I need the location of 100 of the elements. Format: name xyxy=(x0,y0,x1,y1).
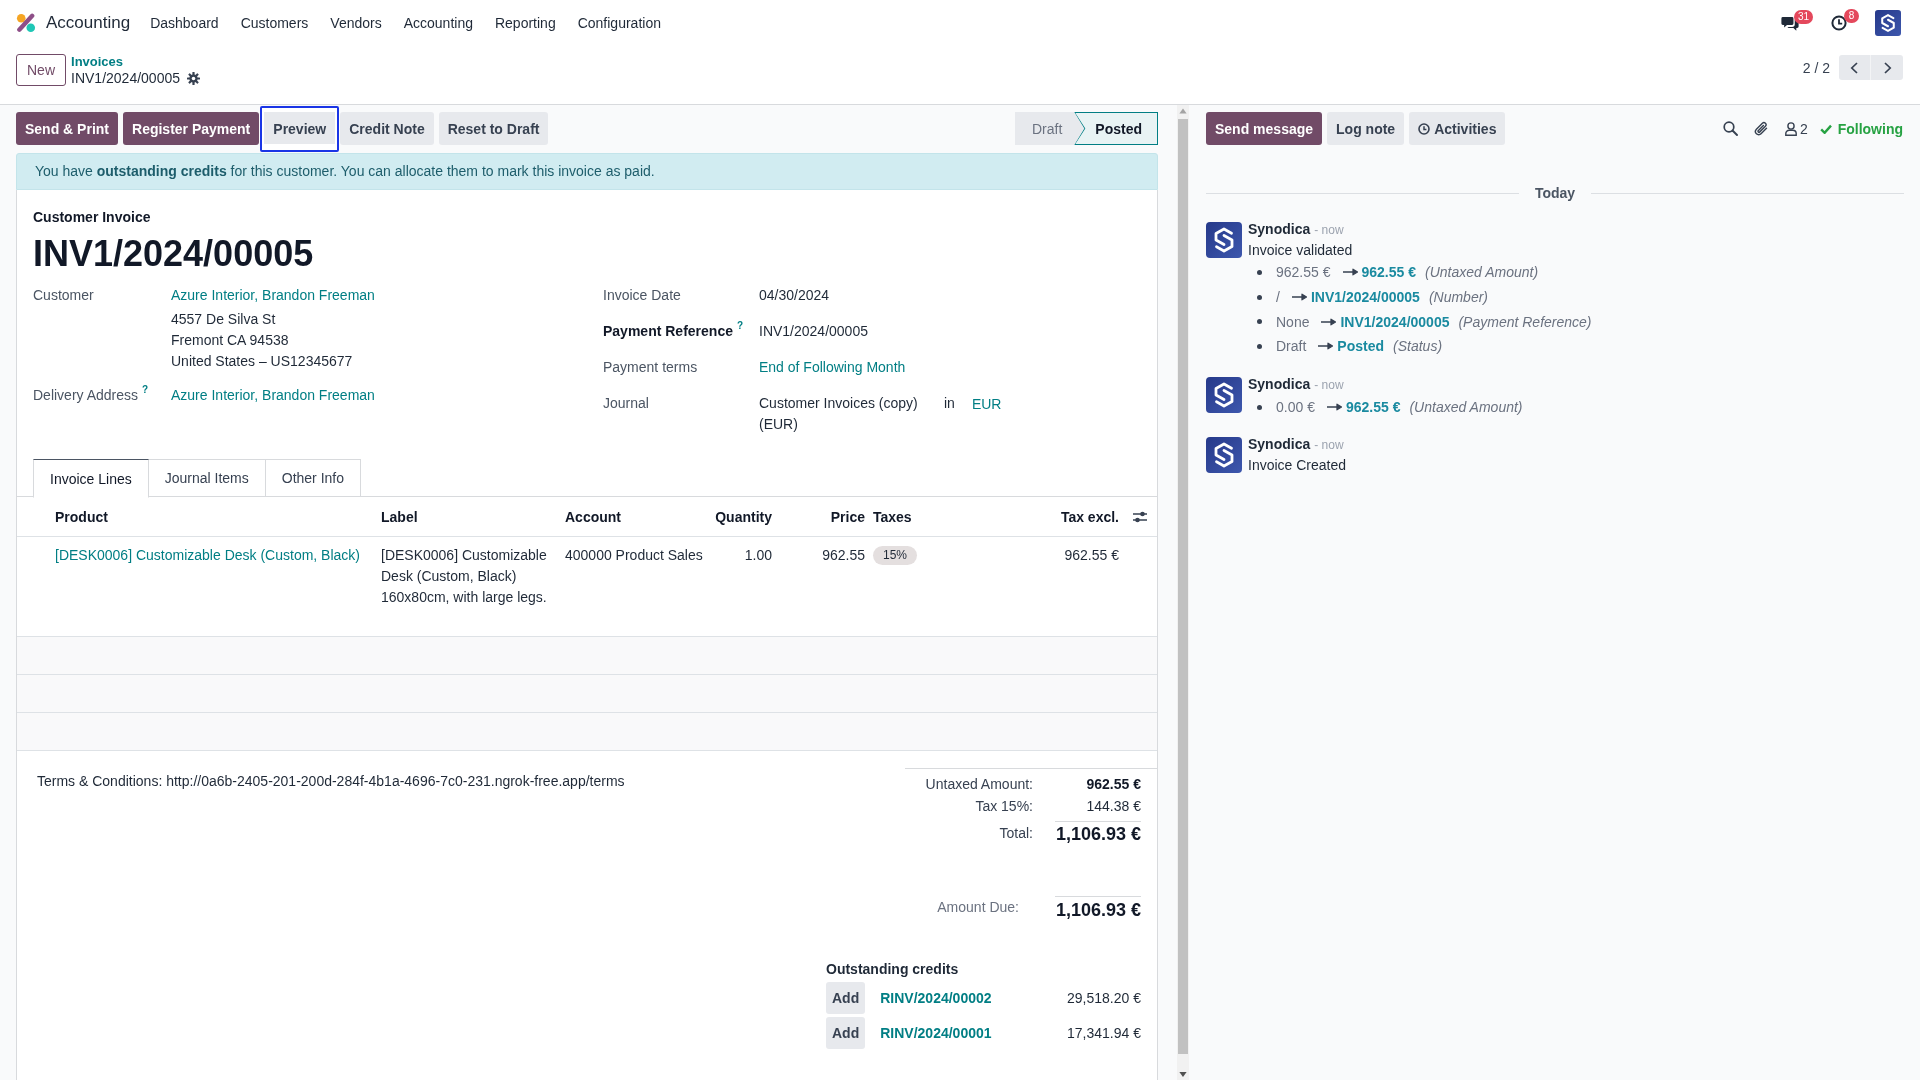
notification-badge: 8 xyxy=(1844,9,1859,23)
avatar-icon xyxy=(1206,437,1242,474)
user-avatar-icon[interactable] xyxy=(1875,10,1901,36)
next-button[interactable] xyxy=(1871,55,1903,80)
tracking-new-value: Posted xyxy=(1337,338,1385,355)
help-mark[interactable]: ? xyxy=(736,320,744,332)
amount-due-value: 1,106.93 € xyxy=(1055,896,1141,921)
sliders-icon[interactable] xyxy=(1133,510,1147,523)
field-label: Customer xyxy=(33,286,94,305)
app-logo-icon[interactable] xyxy=(16,13,36,33)
tab[interactable]: Other Info xyxy=(264,459,362,497)
table-cell-text: 962.55 xyxy=(821,546,866,565)
settings-icon[interactable] xyxy=(187,72,200,85)
log-note-button[interactable]: Log note xyxy=(1327,112,1405,145)
message-time: - now xyxy=(1314,222,1344,239)
connector-label: in xyxy=(944,394,955,413)
avatar-icon xyxy=(1206,376,1242,413)
amount-due-label: Amount Due: xyxy=(936,898,1020,917)
message-body: Invoice validated xyxy=(1248,241,1353,260)
action-button[interactable]: Reset to Draft xyxy=(438,112,549,145)
tracking-new-value: 962.55 € xyxy=(1345,399,1401,416)
message-author[interactable]: Synodica xyxy=(1248,373,1311,394)
add-button[interactable]: Add xyxy=(826,982,866,1014)
menu-item[interactable]: Customers xyxy=(229,12,320,34)
help-mark[interactable]: ? xyxy=(142,384,149,396)
customer-link[interactable]: Azure Interior, Brandon Freeman xyxy=(171,285,375,306)
field-link[interactable]: End of Following Month xyxy=(759,357,906,378)
address-line: United States – US12345677 xyxy=(171,352,353,371)
tracking-old-value: 962.55 € xyxy=(1276,264,1331,281)
bullet-icon xyxy=(1257,269,1262,275)
field-link[interactable]: Azure Interior, Brandon Freeman xyxy=(171,385,375,406)
menu-item[interactable]: Accounting xyxy=(392,12,484,34)
tracking-field-name: (Untaxed Amount) xyxy=(1409,399,1523,416)
action-button[interactable]: Send & Print xyxy=(16,112,118,145)
menu-item[interactable]: Configuration xyxy=(566,12,672,34)
bullet-icon xyxy=(1257,404,1262,410)
previous-button[interactable] xyxy=(1839,55,1871,80)
message-author[interactable]: Synodica xyxy=(1248,219,1311,239)
add-button[interactable]: Add xyxy=(826,1017,866,1049)
message-time: - now xyxy=(1314,376,1344,394)
total-label: Total: xyxy=(998,824,1034,843)
tracking-new-value: INV1/2024/00005 xyxy=(1340,313,1450,330)
tracking-new-value: 962.55 € xyxy=(1361,264,1416,281)
status-step[interactable]: Posted xyxy=(1074,112,1158,145)
search-icon[interactable] xyxy=(1722,121,1738,136)
column-header: Price xyxy=(829,508,866,525)
column-header: Taxes xyxy=(872,508,913,525)
total-label: Untaxed Amount: xyxy=(924,775,1034,794)
tracking-new-value: INV1/2024/00005 xyxy=(1310,289,1420,306)
total-value: 962.55 € xyxy=(1086,776,1141,792)
currency-link[interactable]: EUR xyxy=(971,394,1002,415)
table-cell-text: 400000 Product Sales xyxy=(564,546,704,565)
message-author[interactable]: Synodica xyxy=(1248,434,1311,455)
send-message-button[interactable]: Send message xyxy=(1206,112,1323,145)
tracking-old-value: 0.00 € xyxy=(1276,399,1315,416)
arrow-icon xyxy=(1291,293,1307,302)
credit-link[interactable]: RINV/2024/00002 xyxy=(880,990,992,1006)
alert-message: You have outstanding credits for this customer. You can allocate them to mark this invoice as paid. xyxy=(16,153,1158,190)
clock-icon xyxy=(1418,122,1431,135)
app-name[interactable]: Accounting xyxy=(46,13,131,33)
check-icon xyxy=(1819,123,1832,134)
menu-item[interactable]: Reporting xyxy=(483,12,567,34)
activities-button[interactable]: Activities xyxy=(1409,112,1506,145)
field-value: INV1/2024/00005 xyxy=(759,322,868,341)
total-label: Tax 15%: xyxy=(974,797,1034,816)
credit-link[interactable]: RINV/2024/00001 xyxy=(880,1025,992,1041)
status-step[interactable]: Draft xyxy=(1014,112,1085,145)
credit-amount: 17,341.94 € xyxy=(1067,1025,1141,1041)
clock-icon[interactable] xyxy=(1831,15,1847,31)
new-button[interactable]: New xyxy=(16,54,66,86)
arrow-icon xyxy=(1318,342,1334,351)
tracking-field-name: (Untaxed Amount) xyxy=(1425,264,1539,281)
date-separator: Today xyxy=(1533,185,1577,201)
action-button[interactable]: Preview xyxy=(260,105,340,152)
action-button[interactable]: Credit Note xyxy=(340,112,434,145)
bullet-icon xyxy=(1257,294,1262,300)
menu-item[interactable]: Dashboard xyxy=(139,12,230,34)
tab[interactable]: Invoice Lines xyxy=(33,459,149,498)
column-header: Product xyxy=(54,508,109,525)
bullet-icon xyxy=(1257,319,1262,325)
scrollbar[interactable] xyxy=(1177,105,1189,1080)
menu-item[interactable]: Vendors xyxy=(319,12,393,34)
message-time: - now xyxy=(1314,437,1344,455)
action-button[interactable]: Register Payment xyxy=(123,112,260,145)
notification-badge: 31 xyxy=(1794,9,1814,24)
record-name: INV1/2024/00005 xyxy=(71,70,180,87)
message-body: Invoice Created xyxy=(1248,456,1347,476)
tracking-field-name: (Number) xyxy=(1428,289,1488,306)
field-value: 04/30/2024 xyxy=(759,286,830,305)
paperclip-icon[interactable] xyxy=(1753,121,1769,136)
arrow-icon xyxy=(1326,403,1342,412)
tracking-field-name: (Status) xyxy=(1393,338,1443,355)
followers-button[interactable]: 2 xyxy=(1784,120,1808,137)
breadcrumb-link[interactable]: Invoices xyxy=(71,54,124,70)
person-icon xyxy=(1784,121,1797,136)
field-value: Customer Invoices (copy) (EUR) xyxy=(759,394,919,434)
bullet-icon xyxy=(1257,343,1262,349)
address-line: 4557 De Silva St xyxy=(171,310,276,329)
tax-tag: 15% xyxy=(873,546,918,565)
product-link[interactable]: [DESK0006] Customizable Desk (Custom, Black) xyxy=(51,545,377,566)
